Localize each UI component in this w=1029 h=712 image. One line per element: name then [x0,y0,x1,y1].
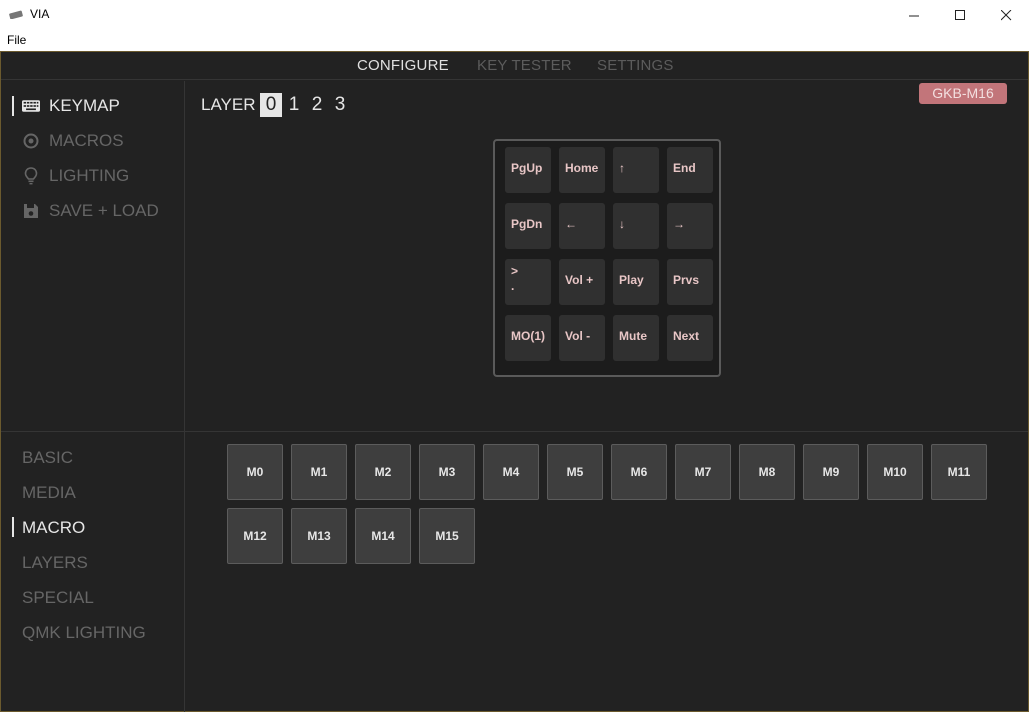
layer-3-button[interactable]: 3 [329,93,351,117]
top-nav: CONFIGURE KEY TESTER SETTINGS [1,52,1028,80]
key-pgup[interactable]: PgUp [505,147,551,193]
layer-0-button[interactable]: 0 [260,93,282,117]
key-end[interactable]: End [667,147,713,193]
key-prvs[interactable]: Prvs [667,259,713,305]
key-down-arrow[interactable]: ↓ [613,203,659,249]
macro-circle-icon [22,132,40,150]
lightbulb-icon [22,167,40,185]
sidebar-item-label: SAVE + LOAD [49,201,159,220]
macro-key-m5[interactable]: M5 [547,444,603,500]
keymap-panel: LAYER 0 1 2 3 GKB-M16 PgUp Home ↑ End Pg… [186,81,1028,431]
macro-key-m10[interactable]: M10 [867,444,923,500]
key-mo1[interactable]: MO(1) [505,315,551,361]
close-icon [1000,10,1011,21]
key-pgdn[interactable]: PgDn [505,203,551,249]
tab-settings[interactable]: SETTINGS [597,57,674,74]
key-mute[interactable]: Mute [613,315,659,361]
key-up-arrow[interactable]: ↑ [613,147,659,193]
keyboard-icon [22,97,40,115]
menu-bar: File [0,31,1029,51]
active-indicator [12,517,14,537]
tab-key-tester[interactable]: KEY TESTER [477,57,572,74]
macro-key-m11[interactable]: M11 [931,444,987,500]
macro-key-m0[interactable]: M0 [227,444,283,500]
category-special[interactable]: SPECIAL [22,588,94,608]
minimize-icon [908,15,919,17]
sidebar: KEYMAP MACROS LIGHTING SAVE + LOAD [1,81,185,431]
macro-key-m4[interactable]: M4 [483,444,539,500]
app-body: CONFIGURE KEY TESTER SETTINGS KEYMAP MAC… [0,51,1029,712]
keycode-category-list: BASIC MEDIA MACRO LAYERS SPECIAL QMK LIG… [1,432,185,712]
sidebar-item-label: KEYMAP [49,96,120,115]
key-next[interactable]: Next [667,315,713,361]
key-home[interactable]: Home [559,147,605,193]
category-macro[interactable]: MACRO [22,518,85,538]
sidebar-item-save-load[interactable]: SAVE + LOAD [1,198,185,224]
macro-key-m1[interactable]: M1 [291,444,347,500]
key-left-arrow[interactable]: ← [559,203,605,249]
layer-1-button[interactable]: 1 [283,93,305,117]
sidebar-item-label: LIGHTING [49,166,130,185]
tab-configure[interactable]: CONFIGURE [357,57,449,74]
key-period[interactable]: > . [505,259,551,305]
key-vol-down[interactable]: Vol - [559,315,605,361]
macro-key-m12[interactable]: M12 [227,508,283,564]
menu-file[interactable]: File [7,33,26,47]
sidebar-item-lighting[interactable]: LIGHTING [1,163,185,189]
sidebar-item-keymap[interactable]: KEYMAP [1,93,185,119]
macro-key-m14[interactable]: M14 [355,508,411,564]
layer-2-button[interactable]: 2 [306,93,328,117]
macro-key-m8[interactable]: M8 [739,444,795,500]
macro-key-m6[interactable]: M6 [611,444,667,500]
active-indicator [12,96,14,116]
category-media[interactable]: MEDIA [22,483,76,503]
key-play[interactable]: Play [613,259,659,305]
macro-key-m13[interactable]: M13 [291,508,347,564]
key-vol-up[interactable]: Vol + [559,259,605,305]
category-layers[interactable]: LAYERS [22,553,88,573]
macro-key-m9[interactable]: M9 [803,444,859,500]
minimize-button[interactable] [891,0,937,31]
category-qmk-lighting[interactable]: QMK LIGHTING [22,623,146,643]
floppy-disk-icon [22,202,40,220]
macro-key-m7[interactable]: M7 [675,444,731,500]
title-bar: VIA [0,0,1029,31]
via-app-icon [9,10,23,19]
maximize-button[interactable] [937,0,983,31]
category-basic[interactable]: BASIC [22,448,73,468]
maximize-icon [954,10,965,20]
layer-label: LAYER [201,95,256,114]
keyboard-layout: PgUp Home ↑ End PgDn ← ↓ → > . Vol + Pla… [493,139,721,377]
macro-key-m3[interactable]: M3 [419,444,475,500]
macro-key-grid: M0 M1 M2 M3 M4 M5 M6 M7 M8 M9 M10 M11 M1… [186,432,1028,712]
close-button[interactable] [983,0,1029,31]
keyboard-name-badge: GKB-M16 [919,83,1007,104]
macro-key-m2[interactable]: M2 [355,444,411,500]
key-right-arrow[interactable]: → [667,203,713,249]
window-title: VIA [30,7,50,21]
sidebar-item-label: MACROS [49,131,124,150]
sidebar-item-macros[interactable]: MACROS [1,128,185,154]
macro-key-m15[interactable]: M15 [419,508,475,564]
